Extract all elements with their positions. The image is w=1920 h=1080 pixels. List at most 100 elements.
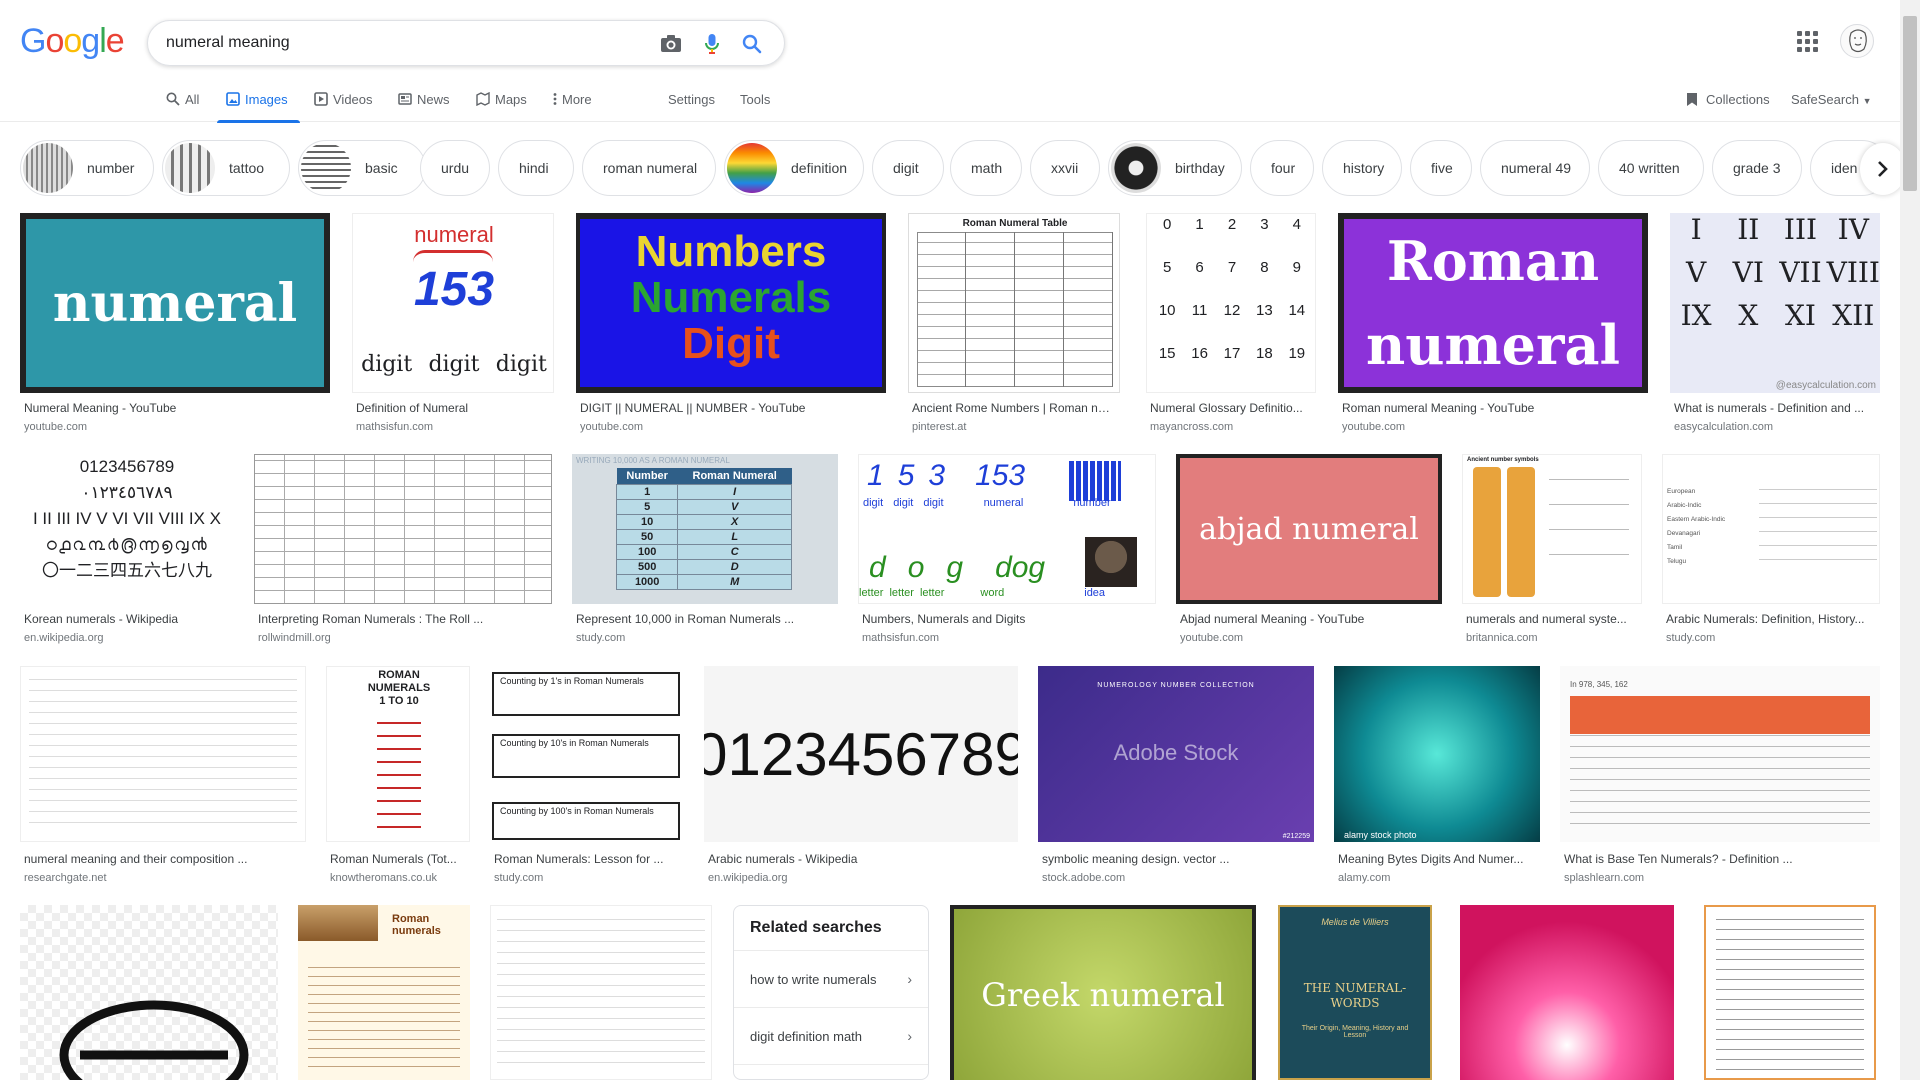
apps-grid-icon[interactable] — [1795, 29, 1819, 53]
image-result[interactable]: 0123456789 ٠١٢٣٤٥٦٧٨٩ I II III IV V VI V… — [20, 454, 234, 650]
roman-numeral: VIII — [1826, 256, 1880, 289]
search-input[interactable] — [166, 31, 636, 55]
image-result[interactable]: Melius de Villiers THE NUMERAL-WORDS The… — [1278, 905, 1432, 1080]
avatar[interactable] — [1840, 24, 1874, 58]
camera-icon[interactable] — [658, 31, 684, 57]
table-graphic — [1716, 919, 1864, 1078]
result-title: Roman numeral Meaning - YouTube — [1342, 401, 1535, 415]
result-source: youtube.com — [1180, 632, 1243, 644]
image-result[interactable]: Numbers Numerals Digit DIGIT || NUMERAL … — [576, 213, 886, 433]
image-result[interactable]: alamy stock photo Meaning Bytes Digits A… — [1334, 666, 1540, 888]
search-icon[interactable] — [739, 31, 765, 57]
mayan-digit: 5 — [1163, 259, 1172, 276]
image-result[interactable]: Greek numeral — [950, 905, 1256, 1080]
chip[interactable]: 40 written — [1598, 140, 1704, 196]
image-result[interactable]: abjad numeral Abjad numeral Meaning - Yo… — [1176, 454, 1442, 650]
image-result[interactable] — [490, 905, 712, 1080]
mayan-digit: 3 — [1260, 216, 1269, 233]
chip-label: definition — [791, 160, 848, 176]
related-search-item[interactable]: digit definition math › — [734, 1008, 928, 1065]
image-result[interactable]: numeral Numeral Meaning - YouTube youtub… — [20, 213, 330, 433]
image-result[interactable]: Roman Numeral Table Ancient Rome Numbers… — [908, 213, 1120, 433]
related-search-item[interactable]: how to write numerals › — [734, 951, 928, 1008]
image-result[interactable] — [1460, 905, 1674, 1080]
image-result[interactable]: 01234 56789 10 11 12 13 14 15 16 17 18 19 Numera… — [1146, 213, 1316, 433]
image-result[interactable]: ROMAN NUMERALS 1 TO 10 Roman Numerals (T… — [326, 666, 470, 888]
image-result[interactable]: numeral 153 digit digit digit Definition… — [352, 213, 554, 433]
table-header: Number — [626, 470, 668, 482]
image-result[interactable]: Counting by 1's in Roman Numerals Counti… — [490, 666, 684, 888]
result-image: 0123456789 ٠١٢٣٤٥٦٧٨٩ I II III IV V VI V… — [20, 454, 234, 604]
image-result[interactable]: Ancient number symbols numerals and nume… — [1462, 454, 1642, 650]
image-result[interactable]: European Arabic-Indic Eastern Arabic-Ind… — [1662, 454, 1880, 650]
chip[interactable]: definition — [724, 140, 864, 196]
page-scrollbar[interactable] — [1900, 0, 1920, 1080]
table-cell: 100 — [615, 544, 679, 560]
mayan-digit: 9 — [1292, 259, 1301, 276]
related-search-label: how to write numerals — [750, 971, 877, 987]
tab-maps[interactable]: Maps — [476, 92, 527, 122]
table-graphic — [29, 675, 297, 833]
chip[interactable]: urdu — [420, 140, 490, 196]
tab-videos[interactable]: Videos — [314, 92, 373, 122]
chip[interactable]: math — [950, 140, 1022, 196]
image-result[interactable]: In 978, 345, 162 What is Base Ten Numera… — [1560, 666, 1880, 888]
image-result[interactable]: 0123456789 Arabic numerals - Wikipedia e… — [704, 666, 1018, 888]
related-chips: number tattoo basic urdu hindi roman num… — [20, 140, 1890, 198]
tab-more[interactable]: More — [553, 92, 592, 122]
image-label: number — [1073, 497, 1111, 509]
tab-images[interactable]: Images — [217, 92, 300, 123]
collections-link[interactable]: Collections — [1686, 92, 1770, 107]
image-result[interactable]: WRITING 10,000 AS A ROMAN NUMERAL Number… — [572, 454, 838, 650]
image-caption: 〇一二三四五六七八九 — [42, 561, 212, 580]
result-title: Korean numerals - Wikipedia — [24, 612, 179, 626]
chip[interactable]: number — [20, 140, 154, 196]
tab-news[interactable]: News — [398, 92, 450, 122]
chip-thumbnail — [301, 143, 351, 193]
table-cell: 1000 — [615, 574, 679, 590]
numeral-list-graphic — [377, 713, 421, 839]
chip[interactable]: five — [1410, 140, 1472, 196]
chip[interactable]: digit — [872, 140, 944, 196]
tab-all[interactable]: All — [166, 92, 199, 122]
image-label: letter — [919, 587, 945, 599]
image-result[interactable]: I II III IV V VI VII VIII IX X XI XII @easycalcul… — [1670, 213, 1880, 433]
chip-label: digit — [893, 160, 919, 176]
chip[interactable]: grade 3 — [1712, 140, 1802, 196]
safesearch-dropdown[interactable]: SafeSearch ▼ — [1791, 92, 1871, 107]
news-icon — [398, 93, 412, 105]
chip[interactable]: tattoo — [162, 140, 290, 196]
chip[interactable]: hindi — [498, 140, 574, 196]
numeral-table: Number Roman Numeral 1I 5V 10 X 50 L 100 C 5… — [615, 468, 792, 590]
chip[interactable]: xxvii — [1030, 140, 1100, 196]
mayan-digit: 12 — [1223, 302, 1241, 319]
box-title: Counting by 10's in Roman Numerals — [500, 738, 649, 748]
settings-link[interactable]: Settings — [668, 92, 715, 107]
image-result[interactable] — [1704, 905, 1876, 1080]
result-source: knowtheromans.co.uk — [330, 872, 437, 884]
image-result[interactable]: numeral meaning and their composition ..… — [20, 666, 306, 888]
table-cell: 5 — [615, 499, 679, 515]
chip[interactable]: roman numeral — [582, 140, 716, 196]
image-label: digit — [428, 352, 480, 377]
image-result[interactable]: Interpreting Roman Numerals : The Roll .… — [254, 454, 552, 650]
google-logo[interactable]: Google — [20, 22, 125, 61]
chip[interactable]: four — [1250, 140, 1314, 196]
chip-label: hindi — [519, 160, 549, 176]
microphone-icon[interactable] — [699, 31, 725, 57]
chip[interactable]: history — [1322, 140, 1402, 196]
image-result[interactable]: Roman numerals — [298, 905, 470, 1080]
map-icon — [476, 92, 490, 106]
chip[interactable]: basic — [298, 140, 426, 196]
image-result[interactable]: NUMEROLOGY NUMBER COLLECTION Adobe Stock… — [1038, 666, 1314, 888]
image-result[interactable]: Roman numeral Roman numeral Meaning - Yo… — [1338, 213, 1648, 433]
chip[interactable]: numeral 49 — [1480, 140, 1590, 196]
chip[interactable]: birthday — [1108, 140, 1242, 196]
image-result[interactable] — [20, 905, 278, 1080]
result-image: European Arabic-Indic Eastern Arabic-Ind… — [1662, 454, 1880, 604]
tools-link[interactable]: Tools — [740, 92, 770, 107]
image-result[interactable]: 1 5 3 153 digit digit digit numeral number dogd… — [858, 454, 1156, 650]
scrollbar-thumb[interactable] — [1903, 16, 1917, 191]
result-title: Ancient Rome Numbers | Roman nu... — [912, 401, 1112, 415]
place-value-table — [1570, 696, 1870, 734]
